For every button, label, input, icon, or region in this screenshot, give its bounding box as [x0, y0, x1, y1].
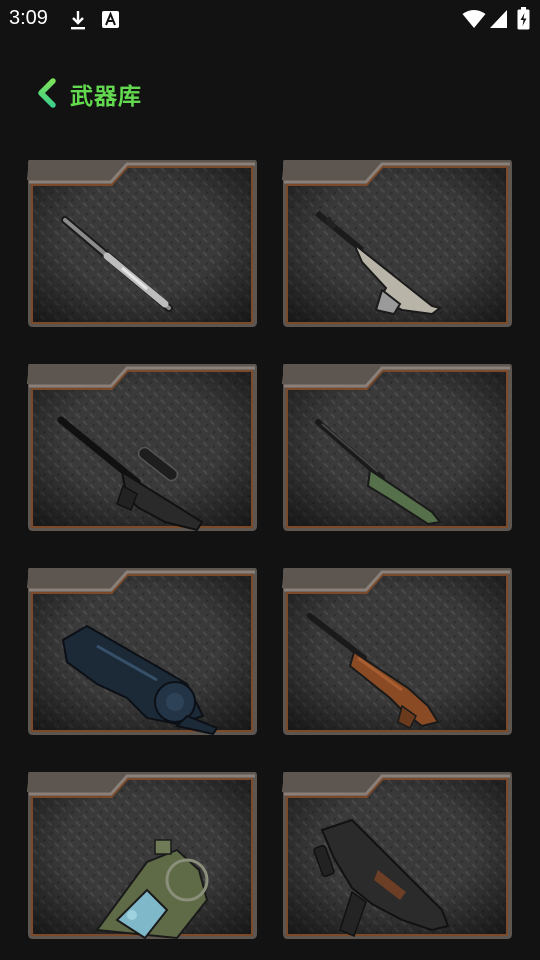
weapon-card[interactable] — [282, 158, 513, 328]
revolver-icon — [61, 624, 219, 736]
status-bar: 3:09 — [0, 0, 540, 38]
status-time: 3:09 — [9, 7, 48, 29]
battery-charging-icon — [517, 7, 530, 30]
page-title: 武器库 — [70, 84, 142, 110]
sniper-rifle-icon — [57, 416, 204, 532]
weapon-card[interactable] — [282, 362, 513, 532]
wifi-icon — [462, 10, 486, 28]
chevron-left-icon[interactable] — [34, 78, 62, 108]
wooden-rifle-icon — [307, 613, 440, 730]
header: 武器库 — [0, 70, 540, 116]
thin-rifle-icon — [61, 216, 173, 312]
weapon-card[interactable] — [27, 158, 258, 328]
bullpup-rifle-icon — [313, 818, 450, 938]
signal-icon — [490, 10, 507, 28]
grenade-launcher-icon — [95, 839, 209, 940]
weapon-card[interactable] — [27, 362, 258, 532]
weapon-card[interactable] — [27, 770, 258, 940]
weapon-card[interactable] — [27, 566, 258, 736]
download-icon — [71, 11, 85, 30]
weapon-card[interactable] — [282, 566, 513, 736]
weapon-card[interactable] — [282, 770, 513, 940]
text-a-icon — [102, 11, 119, 28]
semi-auto-rifle-icon — [315, 210, 443, 316]
bolt-action-rifle-icon — [315, 419, 442, 526]
